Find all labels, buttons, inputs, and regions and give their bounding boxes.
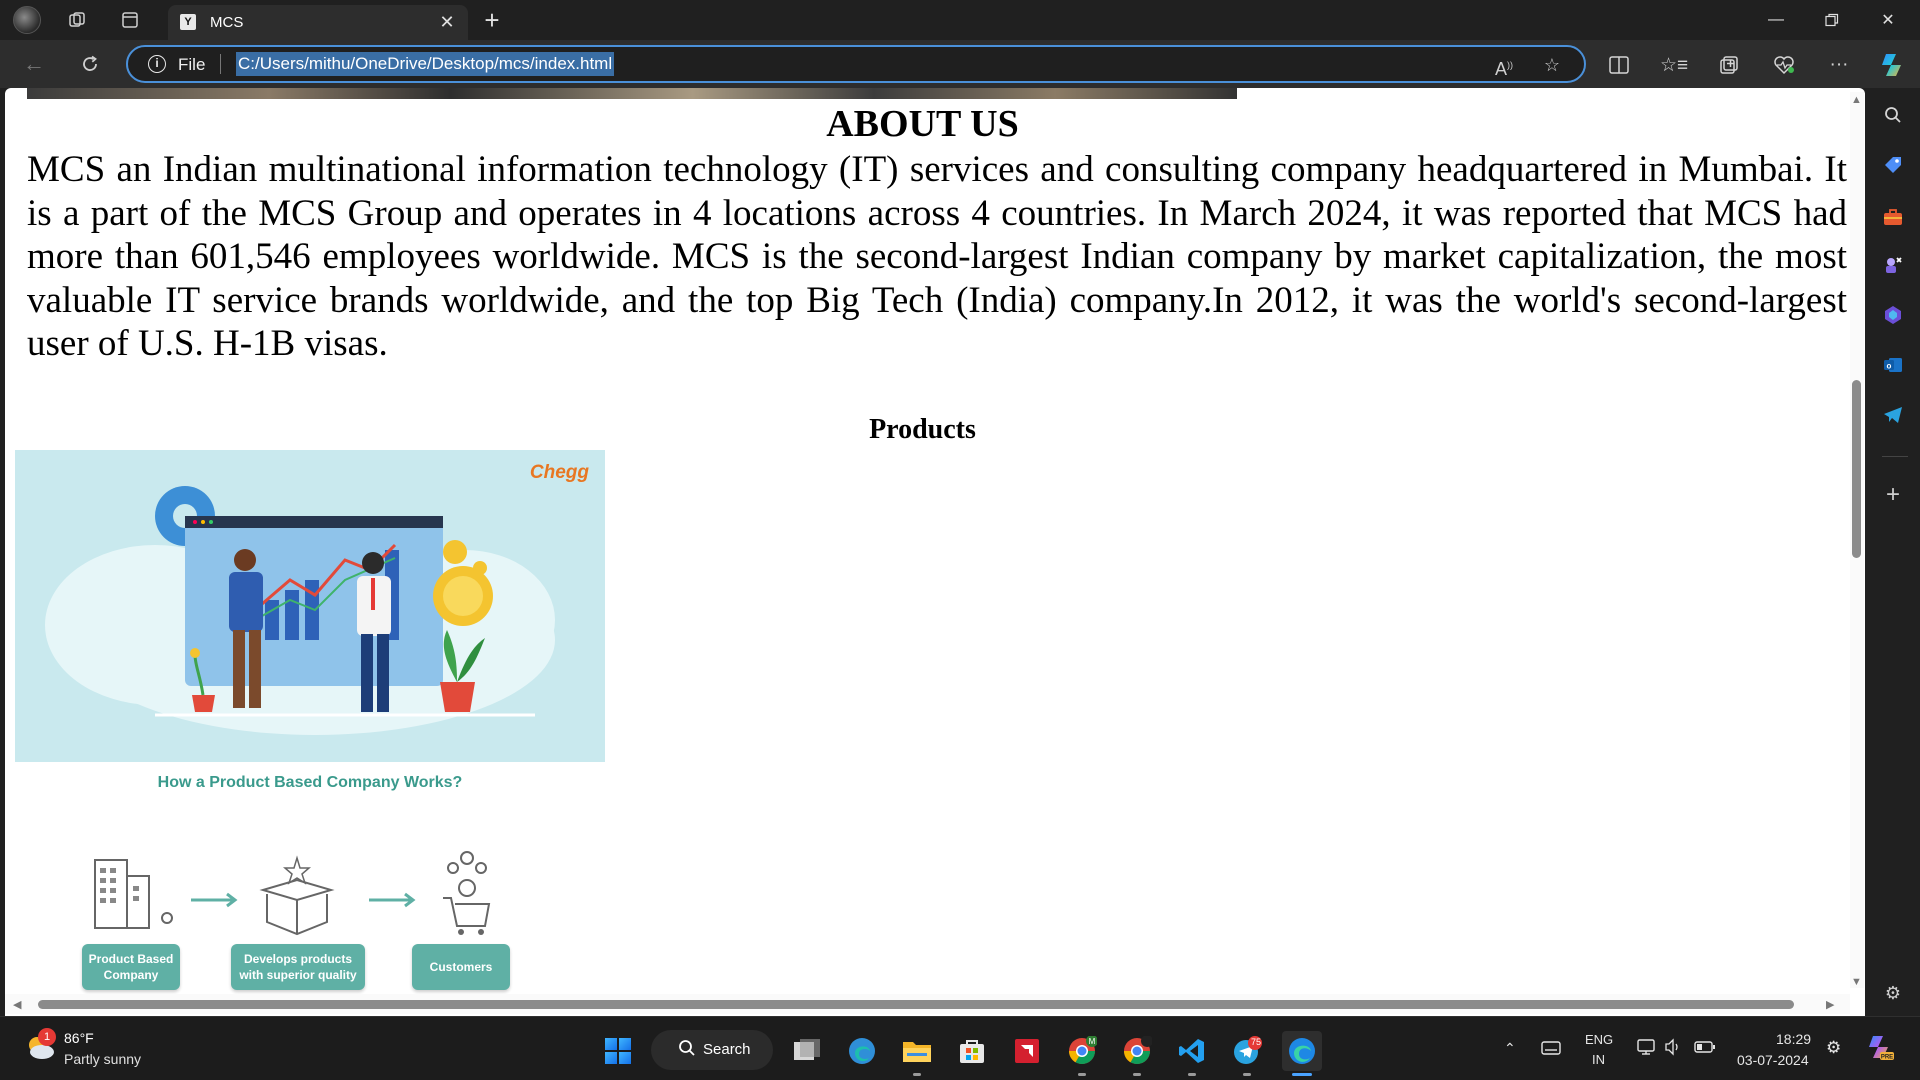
horizontal-scroll-thumb[interactable]	[38, 1000, 1794, 1009]
svg-text:PRE: PRE	[1881, 1055, 1893, 1061]
scroll-up-arrow-icon[interactable]: ▲	[1851, 94, 1862, 106]
process-diagram-icons	[94, 851, 491, 936]
more-options-icon[interactable]: ···	[1824, 50, 1854, 80]
svg-text:M: M	[1089, 1037, 1096, 1046]
step-customers: Customers	[412, 944, 510, 990]
clock-date[interactable]: 03-07-2024	[1737, 1052, 1809, 1068]
vscode-icon[interactable]	[1172, 1031, 1212, 1071]
product-company-illustration: Chegg	[15, 450, 605, 762]
products-heading: Products	[869, 414, 976, 445]
profile-avatar[interactable]	[13, 6, 41, 34]
sidebar-add-icon[interactable]: +	[1878, 480, 1908, 510]
microsoft-store-icon[interactable]	[952, 1031, 992, 1071]
scheme-label: File	[178, 55, 206, 74]
chrome-profile-m-icon[interactable]: M	[1062, 1031, 1102, 1071]
search-label: Search	[703, 1041, 751, 1058]
browser-essentials-icon[interactable]	[1769, 50, 1799, 80]
tab-favicon-icon: Y	[180, 14, 196, 30]
start-windows-icon[interactable]	[598, 1031, 638, 1071]
edge-browser-icon[interactable]	[1282, 1031, 1322, 1071]
sidebar-games-icon[interactable]	[1878, 250, 1908, 280]
scroll-left-arrow-icon[interactable]: ◀	[13, 998, 21, 1011]
minimize-button[interactable]: —	[1748, 0, 1804, 40]
telegram-icon[interactable]: 75	[1227, 1031, 1267, 1071]
copilot-icon[interactable]	[1877, 50, 1907, 80]
split-screen-icon[interactable]	[1604, 50, 1634, 80]
workspaces-icon[interactable]	[63, 6, 91, 34]
sidebar-divider	[1882, 456, 1908, 457]
close-window-button[interactable]: ✕	[1860, 0, 1916, 40]
search-icon	[678, 1039, 696, 1062]
chrome-profile-2-icon[interactable]	[1117, 1031, 1157, 1071]
show-hidden-icons-chevron-icon[interactable]: ⌃	[1504, 1040, 1516, 1057]
vscode-running-indicator	[1188, 1073, 1196, 1076]
step-develops-products: Develops products with superior quality	[231, 944, 365, 990]
hero-image-bottom-edge	[27, 88, 1237, 99]
address-separator	[220, 54, 221, 74]
weather-temperature[interactable]: 86°F	[64, 1030, 94, 1046]
title-bar: Y MCS ✕ + — ✕	[0, 0, 1920, 40]
favorite-star-icon[interactable]: ☆	[1540, 53, 1564, 77]
file-explorer-icon[interactable]	[897, 1031, 937, 1071]
amd-software-icon[interactable]	[1007, 1031, 1047, 1071]
tab-mcs[interactable]: Y MCS ✕	[168, 5, 468, 40]
notification-settings-gear-icon[interactable]: ⚙	[1826, 1038, 1841, 1058]
page-viewport: ABOUT US MCS an Indian multinational inf…	[5, 88, 1865, 1016]
chrome-m-running-indicator	[1078, 1073, 1086, 1076]
favorites-icon[interactable]: ☆≡	[1659, 50, 1689, 80]
sidebar-shopping-tag-icon[interactable]	[1878, 150, 1908, 180]
diagram-title: How a Product Based Company Works?	[157, 774, 463, 791]
clock-time[interactable]: 18:29	[1776, 1031, 1811, 1047]
sidebar-telegram-icon[interactable]	[1878, 400, 1908, 430]
sidebar-search-icon[interactable]	[1878, 100, 1908, 130]
sidebar-outlook-icon[interactable]: o	[1878, 350, 1908, 380]
tab-title: MCS	[210, 14, 244, 31]
site-info-icon[interactable]: i	[148, 55, 166, 73]
telegram-unread-badge: 75	[1251, 1037, 1262, 1047]
step-product-based-company: Product Based Company	[82, 944, 180, 990]
battery-icon[interactable]	[1694, 1040, 1716, 1057]
touch-keyboard-icon[interactable]	[1541, 1040, 1561, 1059]
language-primary[interactable]: ENG	[1585, 1032, 1613, 1047]
about-us-heading: ABOUT US	[826, 103, 1019, 145]
volume-icon[interactable]	[1664, 1038, 1682, 1059]
new-tab-button[interactable]: +	[478, 5, 506, 35]
product-box-icon	[259, 855, 335, 936]
scroll-down-arrow-icon[interactable]: ▼	[1851, 976, 1862, 988]
url-text[interactable]: C:/Users/mithu/OneDrive/Desktop/mcs/inde…	[236, 52, 615, 76]
sidebar-tools-briefcase-icon[interactable]	[1878, 202, 1908, 232]
weather-description[interactable]: Partly sunny	[64, 1051, 141, 1067]
restore-button[interactable]	[1804, 0, 1860, 40]
language-region[interactable]: IN	[1592, 1052, 1605, 1067]
read-aloud-icon[interactable]: A))	[1492, 53, 1516, 79]
weather-notification-badge: 1	[38, 1028, 56, 1046]
svg-text:o: o	[1887, 362, 1892, 371]
file-explorer-running-indicator	[913, 1073, 921, 1076]
refresh-icon[interactable]	[74, 50, 106, 78]
chrome-2-running-indicator	[1133, 1073, 1141, 1076]
sidebar-settings-gear-icon[interactable]: ⚙	[1878, 978, 1908, 1008]
tab-actions-icon[interactable]	[116, 6, 144, 34]
vertical-scroll-thumb[interactable]	[1852, 380, 1861, 558]
building-icon	[94, 859, 173, 929]
address-bar[interactable]: i File C:/Users/mithu/OneDrive/Desktop/m…	[126, 45, 1586, 83]
scroll-right-arrow-icon[interactable]: ▶	[1826, 998, 1834, 1011]
collections-icon[interactable]	[1714, 50, 1744, 80]
back-arrow-icon[interactable]: ←	[18, 50, 50, 78]
about-us-paragraph: MCS an Indian multinational information …	[27, 149, 1847, 364]
close-tab-icon[interactable]: ✕	[436, 11, 458, 33]
edge-dev-icon[interactable]	[842, 1031, 882, 1071]
copilot-taskbar-icon[interactable]: PRE	[1865, 1034, 1895, 1065]
customers-cart-icon	[443, 851, 491, 935]
telegram-running-indicator	[1243, 1073, 1251, 1076]
sidebar-copilot-m365-icon[interactable]	[1878, 300, 1908, 330]
task-view-icon[interactable]	[787, 1031, 827, 1071]
network-icon[interactable]	[1636, 1038, 1656, 1059]
edge-active-indicator	[1292, 1073, 1312, 1076]
